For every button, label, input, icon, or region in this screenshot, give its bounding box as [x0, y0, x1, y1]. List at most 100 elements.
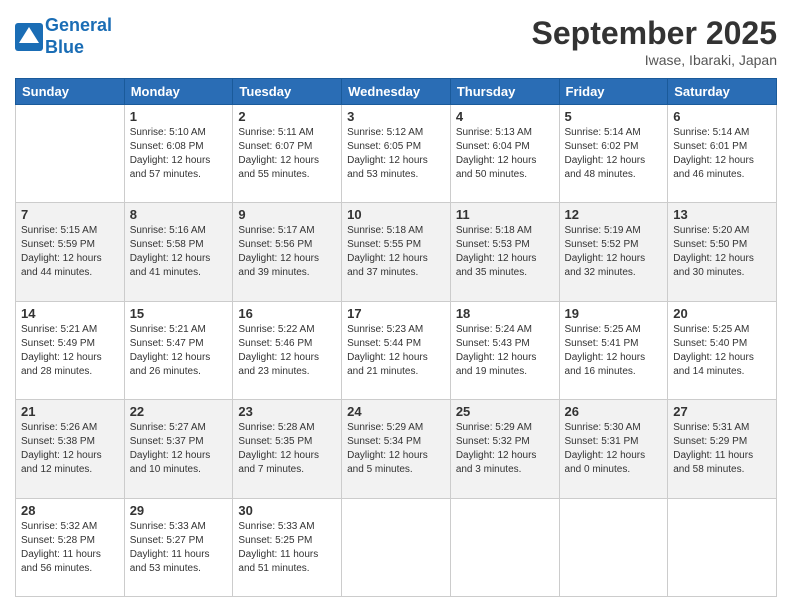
- day-info: Sunrise: 5:23 AM Sunset: 5:44 PM Dayligh…: [347, 323, 445, 379]
- table-row: 5 Sunrise: 5:14 AM Sunset: 6:02 PM Daylig…: [559, 105, 668, 203]
- day-info: Sunrise: 5:14 AM Sunset: 6:02 PM Dayligh…: [565, 126, 663, 182]
- col-saturday: Saturday: [668, 79, 777, 105]
- title-area: September 2025 Iwase, Ibaraki, Japan: [532, 15, 777, 68]
- table-row: 2 Sunrise: 5:11 AM Sunset: 6:07 PM Daylig…: [233, 105, 342, 203]
- day-number: 1: [130, 109, 228, 124]
- table-row: 14 Sunrise: 5:21 AM Sunset: 5:49 PM Dayli…: [16, 301, 125, 399]
- table-row: 29Sunrise: 5:33 AM Sunset: 5:27 PM Dayli…: [124, 498, 233, 596]
- day-number: 14: [21, 306, 119, 321]
- table-row: 19 Sunrise: 5:25 AM Sunset: 5:41 PM Dayli…: [559, 301, 668, 399]
- day-number: 27: [673, 404, 771, 419]
- day-info: Sunrise: 5:29 AM Sunset: 5:34 PM Dayligh…: [347, 421, 445, 477]
- day-info: Sunrise: 5:12 AM Sunset: 6:05 PM Dayligh…: [347, 126, 445, 182]
- day-number: 10: [347, 207, 445, 222]
- day-info: Sunrise: 5:21 AM Sunset: 5:47 PM Dayligh…: [130, 323, 228, 379]
- day-number: 21: [21, 404, 119, 419]
- logo: General Blue: [15, 15, 112, 58]
- table-row: 23 Sunrise: 5:28 AM Sunset: 5:35 PM Dayli…: [233, 400, 342, 498]
- day-info: Sunrise: 5:25 AM Sunset: 5:41 PM Dayligh…: [565, 323, 663, 379]
- day-number: 30: [238, 503, 336, 518]
- col-monday: Monday: [124, 79, 233, 105]
- table-row: 17Sunrise: 5:23 AM Sunset: 5:44 PM Dayli…: [342, 301, 451, 399]
- day-info: Sunrise: 5:15 AM Sunset: 5:59 PM Dayligh…: [21, 224, 119, 280]
- table-row: 25 Sunrise: 5:29 AM Sunset: 5:32 PM Dayli…: [450, 400, 559, 498]
- calendar-week-row: 28Sunrise: 5:32 AM Sunset: 5:28 PM Dayli…: [16, 498, 777, 596]
- table-row: 16 Sunrise: 5:22 AM Sunset: 5:46 PM Dayli…: [233, 301, 342, 399]
- table-row: 26 Sunrise: 5:30 AM Sunset: 5:31 PM Dayli…: [559, 400, 668, 498]
- calendar-header-row: Sunday Monday Tuesday Wednesday Thursday…: [16, 79, 777, 105]
- logo-blue: Blue: [45, 37, 112, 59]
- day-info: Sunrise: 5:29 AM Sunset: 5:32 PM Dayligh…: [456, 421, 554, 477]
- table-row: 21 Sunrise: 5:26 AM Sunset: 5:38 PM Dayli…: [16, 400, 125, 498]
- day-info: Sunrise: 5:20 AM Sunset: 5:50 PM Dayligh…: [673, 224, 771, 280]
- day-info: Sunrise: 5:22 AM Sunset: 5:46 PM Dayligh…: [238, 323, 336, 379]
- day-info: Sunrise: 5:18 AM Sunset: 5:55 PM Dayligh…: [347, 224, 445, 280]
- day-number: 24: [347, 404, 445, 419]
- calendar-week-row: 14 Sunrise: 5:21 AM Sunset: 5:49 PM Dayli…: [16, 301, 777, 399]
- table-row: 6 Sunrise: 5:14 AM Sunset: 6:01 PM Daylig…: [668, 105, 777, 203]
- day-number: 7: [21, 207, 119, 222]
- day-number: 15: [130, 306, 228, 321]
- table-row: 24 Sunrise: 5:29 AM Sunset: 5:34 PM Dayli…: [342, 400, 451, 498]
- logo-general: General: [45, 15, 112, 35]
- day-number: 20: [673, 306, 771, 321]
- month-title: September 2025: [532, 15, 777, 52]
- logo-text: General Blue: [45, 15, 112, 58]
- day-number: 19: [565, 306, 663, 321]
- day-info: Sunrise: 5:25 AM Sunset: 5:40 PM Dayligh…: [673, 323, 771, 379]
- day-info: Sunrise: 5:24 AM Sunset: 5:43 PM Dayligh…: [456, 323, 554, 379]
- col-thursday: Thursday: [450, 79, 559, 105]
- day-info: Sunrise: 5:33 AM Sunset: 5:27 PM Dayligh…: [130, 520, 228, 576]
- day-info: Sunrise: 5:21 AM Sunset: 5:49 PM Dayligh…: [21, 323, 119, 379]
- table-row: 22Sunrise: 5:27 AM Sunset: 5:37 PM Dayli…: [124, 400, 233, 498]
- table-row: 9Sunrise: 5:17 AM Sunset: 5:56 PM Daylig…: [233, 203, 342, 301]
- day-info: Sunrise: 5:11 AM Sunset: 6:07 PM Dayligh…: [238, 126, 336, 182]
- day-number: 25: [456, 404, 554, 419]
- day-number: 5: [565, 109, 663, 124]
- col-wednesday: Wednesday: [342, 79, 451, 105]
- day-number: 6: [673, 109, 771, 124]
- calendar-week-row: 1 Sunrise: 5:10 AM Sunset: 6:08 PM Daylig…: [16, 105, 777, 203]
- col-sunday: Sunday: [16, 79, 125, 105]
- day-info: Sunrise: 5:14 AM Sunset: 6:01 PM Dayligh…: [673, 126, 771, 182]
- day-number: 26: [565, 404, 663, 419]
- day-info: Sunrise: 5:10 AM Sunset: 6:08 PM Dayligh…: [130, 126, 228, 182]
- day-info: Sunrise: 5:26 AM Sunset: 5:38 PM Dayligh…: [21, 421, 119, 477]
- table-row: 13Sunrise: 5:20 AM Sunset: 5:50 PM Dayli…: [668, 203, 777, 301]
- table-row: 10 Sunrise: 5:18 AM Sunset: 5:55 PM Dayli…: [342, 203, 451, 301]
- table-row: 11Sunrise: 5:18 AM Sunset: 5:53 PM Dayli…: [450, 203, 559, 301]
- table-row: 30 Sunrise: 5:33 AM Sunset: 5:25 PM Dayli…: [233, 498, 342, 596]
- table-row: 8Sunrise: 5:16 AM Sunset: 5:58 PM Daylig…: [124, 203, 233, 301]
- day-info: Sunrise: 5:33 AM Sunset: 5:25 PM Dayligh…: [238, 520, 336, 576]
- day-number: 4: [456, 109, 554, 124]
- day-number: 12: [565, 207, 663, 222]
- day-info: Sunrise: 5:13 AM Sunset: 6:04 PM Dayligh…: [456, 126, 554, 182]
- day-info: Sunrise: 5:30 AM Sunset: 5:31 PM Dayligh…: [565, 421, 663, 477]
- table-row: 12 Sunrise: 5:19 AM Sunset: 5:52 PM Dayli…: [559, 203, 668, 301]
- table-row: 27 Sunrise: 5:31 AM Sunset: 5:29 PM Dayli…: [668, 400, 777, 498]
- day-number: 11: [456, 207, 554, 222]
- table-row: 15 Sunrise: 5:21 AM Sunset: 5:47 PM Dayli…: [124, 301, 233, 399]
- table-row: 1 Sunrise: 5:10 AM Sunset: 6:08 PM Daylig…: [124, 105, 233, 203]
- table-row: 20 Sunrise: 5:25 AM Sunset: 5:40 PM Dayli…: [668, 301, 777, 399]
- day-number: 8: [130, 207, 228, 222]
- location: Iwase, Ibaraki, Japan: [532, 52, 777, 68]
- day-info: Sunrise: 5:27 AM Sunset: 5:37 PM Dayligh…: [130, 421, 228, 477]
- day-info: Sunrise: 5:31 AM Sunset: 5:29 PM Dayligh…: [673, 421, 771, 477]
- day-number: 3: [347, 109, 445, 124]
- calendar-table: Sunday Monday Tuesday Wednesday Thursday…: [15, 78, 777, 597]
- table-row: [668, 498, 777, 596]
- day-number: 2: [238, 109, 336, 124]
- header: General Blue September 2025 Iwase, Ibara…: [15, 15, 777, 68]
- day-number: 16: [238, 306, 336, 321]
- table-row: [342, 498, 451, 596]
- day-number: 28: [21, 503, 119, 518]
- table-row: 18Sunrise: 5:24 AM Sunset: 5:43 PM Dayli…: [450, 301, 559, 399]
- table-row: [16, 105, 125, 203]
- day-info: Sunrise: 5:19 AM Sunset: 5:52 PM Dayligh…: [565, 224, 663, 280]
- logo-icon: [15, 23, 43, 51]
- table-row: 4 Sunrise: 5:13 AM Sunset: 6:04 PM Daylig…: [450, 105, 559, 203]
- calendar-week-row: 7 Sunrise: 5:15 AM Sunset: 5:59 PM Daylig…: [16, 203, 777, 301]
- day-number: 23: [238, 404, 336, 419]
- day-info: Sunrise: 5:28 AM Sunset: 5:35 PM Dayligh…: [238, 421, 336, 477]
